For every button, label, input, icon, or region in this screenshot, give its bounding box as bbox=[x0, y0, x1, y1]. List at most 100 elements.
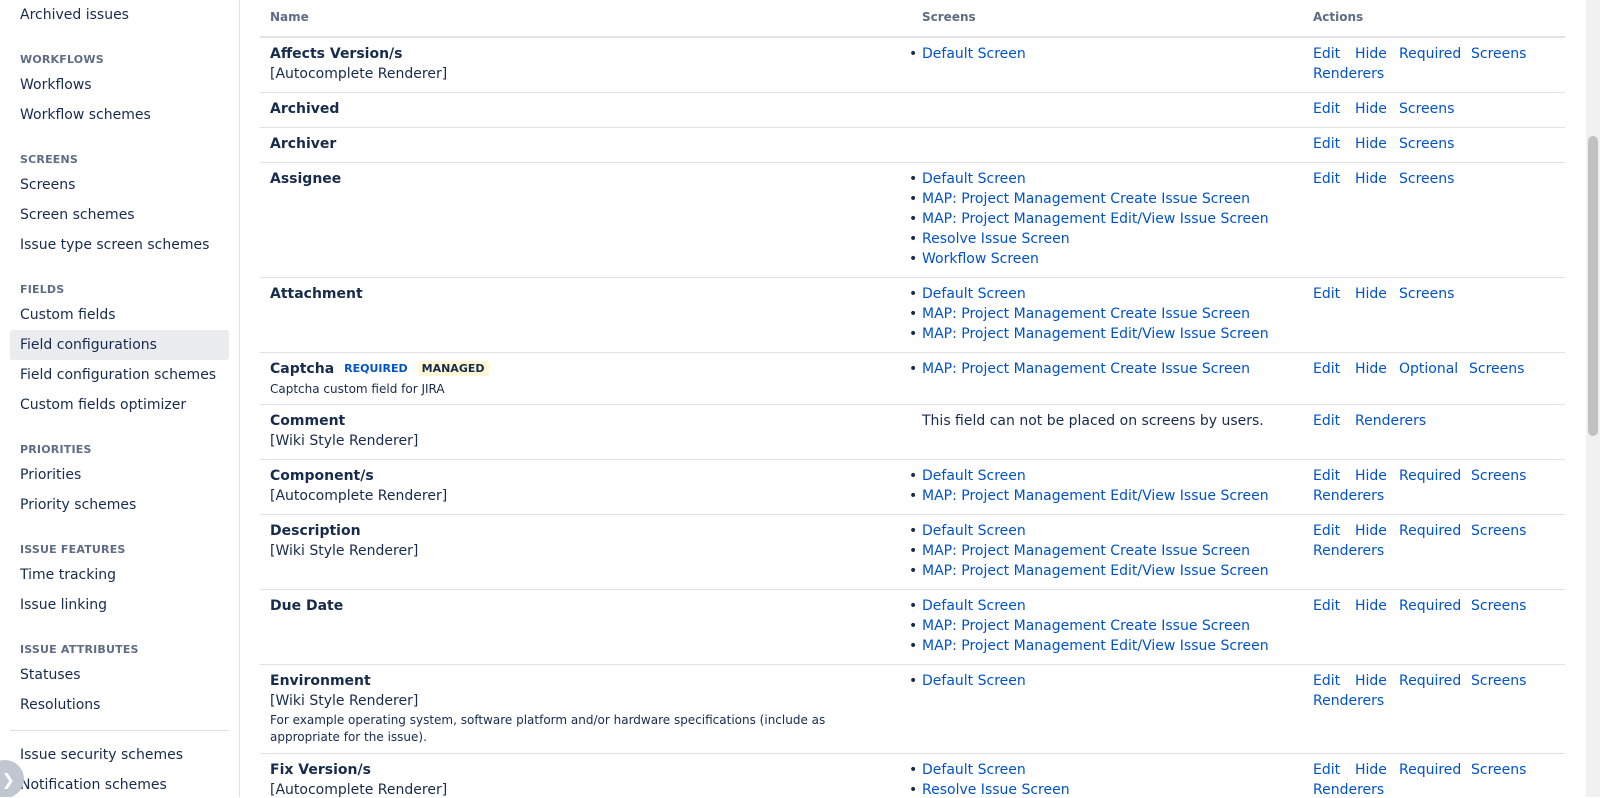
edit-link[interactable]: Edit bbox=[1313, 413, 1340, 429]
sidebar-item-workflow-schemes[interactable]: Workflow schemes bbox=[10, 100, 229, 130]
screens-link[interactable]: Screens bbox=[1469, 361, 1524, 377]
screen-link[interactable]: Resolve Issue Screen bbox=[909, 782, 1070, 798]
screens-link[interactable]: Screens bbox=[1471, 46, 1526, 62]
edit-link[interactable]: Edit bbox=[1313, 101, 1340, 117]
screens-link[interactable]: Screens bbox=[1399, 286, 1454, 302]
screen-link[interactable]: Default Screen bbox=[909, 46, 1026, 62]
screen-link[interactable]: Default Screen bbox=[909, 171, 1026, 187]
sidebar-item-priorities[interactable]: Priorities bbox=[10, 460, 229, 490]
edit-link[interactable]: Edit bbox=[1313, 468, 1340, 484]
screen-link[interactable]: MAP: Project Management Edit/View Issue … bbox=[909, 563, 1269, 579]
renderers-link[interactable]: Renderers bbox=[1313, 782, 1384, 798]
optional-link[interactable]: Optional bbox=[1399, 361, 1458, 377]
renderers-link[interactable]: Renderers bbox=[1313, 66, 1384, 82]
required-link[interactable]: Required bbox=[1399, 46, 1461, 62]
edit-link[interactable]: Edit bbox=[1313, 171, 1340, 187]
sidebar-item-priority-schemes[interactable]: Priority schemes bbox=[10, 490, 229, 520]
screen-link[interactable]: MAP: Project Management Edit/View Issue … bbox=[909, 638, 1269, 654]
sidebar-item-issue-type-screen-schemes[interactable]: Issue type screen schemes bbox=[10, 230, 229, 260]
hide-link[interactable]: Hide bbox=[1355, 598, 1387, 614]
hide-link[interactable]: Hide bbox=[1355, 171, 1387, 187]
screen-link[interactable]: Default Screen bbox=[909, 468, 1026, 484]
renderers-link[interactable]: Renderers bbox=[1355, 413, 1426, 429]
sidebar-heading-issue-attributes: ISSUE ATTRIBUTES bbox=[20, 643, 139, 656]
hide-link[interactable]: Hide bbox=[1355, 136, 1387, 152]
sidebar-item-screens[interactable]: Screens bbox=[10, 170, 229, 200]
sidebar-item-custom-fields-optimizer[interactable]: Custom fields optimizer bbox=[10, 390, 229, 420]
screen-link[interactable]: MAP: Project Management Edit/View Issue … bbox=[909, 211, 1269, 227]
edit-link[interactable]: Edit bbox=[1313, 136, 1340, 152]
sidebar-item-screen-schemes[interactable]: Screen schemes bbox=[10, 200, 229, 230]
hide-link[interactable]: Hide bbox=[1355, 468, 1387, 484]
screens-link[interactable]: Screens bbox=[1471, 762, 1526, 778]
screen-link[interactable]: MAP: Project Management Create Issue Scr… bbox=[909, 361, 1250, 377]
screens-link[interactable]: Screens bbox=[1471, 523, 1526, 539]
screen-link[interactable]: MAP: Project Management Edit/View Issue … bbox=[909, 326, 1269, 342]
sidebar-item-field-configuration-schemes[interactable]: Field configuration schemes bbox=[10, 360, 229, 390]
required-link[interactable]: Required bbox=[1399, 523, 1461, 539]
field-renderer: [Wiki Style Renderer] bbox=[270, 433, 419, 449]
screen-link[interactable]: Default Screen bbox=[909, 762, 1026, 778]
hide-link[interactable]: Hide bbox=[1355, 673, 1387, 689]
edit-link[interactable]: Edit bbox=[1313, 523, 1340, 539]
screens-link[interactable]: Screens bbox=[1399, 101, 1454, 117]
field-name: Component/s bbox=[270, 468, 374, 484]
row-divider bbox=[260, 589, 1565, 590]
sidebar-item-field-configurations[interactable]: Field configurations bbox=[10, 330, 229, 360]
screens-link[interactable]: Screens bbox=[1399, 136, 1454, 152]
row-divider bbox=[260, 277, 1565, 278]
hide-link[interactable]: Hide bbox=[1355, 286, 1387, 302]
screen-link[interactable]: Resolve Issue Screen bbox=[909, 231, 1070, 247]
sidebar-item-resolutions[interactable]: Resolutions bbox=[10, 690, 229, 720]
hide-link[interactable]: Hide bbox=[1355, 523, 1387, 539]
hide-link[interactable]: Hide bbox=[1355, 361, 1387, 377]
field-name: Environment bbox=[270, 673, 371, 689]
renderers-link[interactable]: Renderers bbox=[1313, 693, 1384, 709]
sidebar-item-workflows[interactable]: Workflows bbox=[10, 70, 229, 100]
required-link[interactable]: Required bbox=[1399, 673, 1461, 689]
screens-link[interactable]: Screens bbox=[1399, 171, 1454, 187]
sidebar-item-issue-security-schemes[interactable]: Issue security schemes bbox=[10, 740, 229, 770]
screen-link[interactable]: MAP: Project Management Edit/View Issue … bbox=[909, 488, 1269, 504]
field-name: Fix Version/s bbox=[270, 762, 371, 778]
edit-link[interactable]: Edit bbox=[1313, 286, 1340, 302]
screens-link[interactable]: Screens bbox=[1471, 673, 1526, 689]
screens-link[interactable]: Screens bbox=[1471, 598, 1526, 614]
sidebar-item-archived-issues[interactable]: Archived issues bbox=[10, 0, 229, 30]
hide-link[interactable]: Hide bbox=[1355, 46, 1387, 62]
screen-link[interactable]: Default Screen bbox=[909, 523, 1026, 539]
sidebar-item-time-tracking[interactable]: Time tracking bbox=[10, 560, 229, 590]
hide-link[interactable]: Hide bbox=[1355, 101, 1387, 117]
required-link[interactable]: Required bbox=[1399, 762, 1461, 778]
edit-link[interactable]: Edit bbox=[1313, 361, 1340, 377]
scrollbar-thumb[interactable] bbox=[1588, 136, 1598, 436]
renderers-link[interactable]: Renderers bbox=[1313, 488, 1384, 504]
managed-badge: MANAGED bbox=[417, 361, 489, 376]
screen-link[interactable]: MAP: Project Management Create Issue Scr… bbox=[909, 618, 1250, 634]
edit-link[interactable]: Edit bbox=[1313, 673, 1340, 689]
screen-link[interactable]: MAP: Project Management Create Issue Scr… bbox=[909, 306, 1250, 322]
field-renderer: [Autocomplete Renderer] bbox=[270, 488, 448, 504]
required-link[interactable]: Required bbox=[1399, 468, 1461, 484]
screens-link[interactable]: Screens bbox=[1471, 468, 1526, 484]
sidebar-item-notification-schemes[interactable]: Notification schemes bbox=[10, 770, 229, 797]
row-divider bbox=[260, 404, 1565, 405]
row-divider bbox=[260, 459, 1565, 460]
sidebar-item-issue-linking[interactable]: Issue linking bbox=[10, 590, 229, 620]
hide-link[interactable]: Hide bbox=[1355, 762, 1387, 778]
sidebar-heading-workflows: WORKFLOWS bbox=[20, 53, 104, 66]
edit-link[interactable]: Edit bbox=[1313, 598, 1340, 614]
sidebar-item-statuses[interactable]: Statuses bbox=[10, 660, 229, 690]
required-link[interactable]: Required bbox=[1399, 598, 1461, 614]
field-name: Comment bbox=[270, 413, 346, 429]
screen-link[interactable]: MAP: Project Management Create Issue Scr… bbox=[909, 543, 1250, 559]
screen-link[interactable]: Workflow Screen bbox=[909, 251, 1039, 267]
renderers-link[interactable]: Renderers bbox=[1313, 543, 1384, 559]
edit-link[interactable]: Edit bbox=[1313, 46, 1340, 62]
edit-link[interactable]: Edit bbox=[1313, 762, 1340, 778]
screen-link[interactable]: MAP: Project Management Create Issue Scr… bbox=[909, 191, 1250, 207]
screen-link[interactable]: Default Screen bbox=[909, 673, 1026, 689]
screen-link[interactable]: Default Screen bbox=[909, 286, 1026, 302]
sidebar-item-custom-fields[interactable]: Custom fields bbox=[10, 300, 229, 330]
screen-link[interactable]: Default Screen bbox=[909, 598, 1026, 614]
